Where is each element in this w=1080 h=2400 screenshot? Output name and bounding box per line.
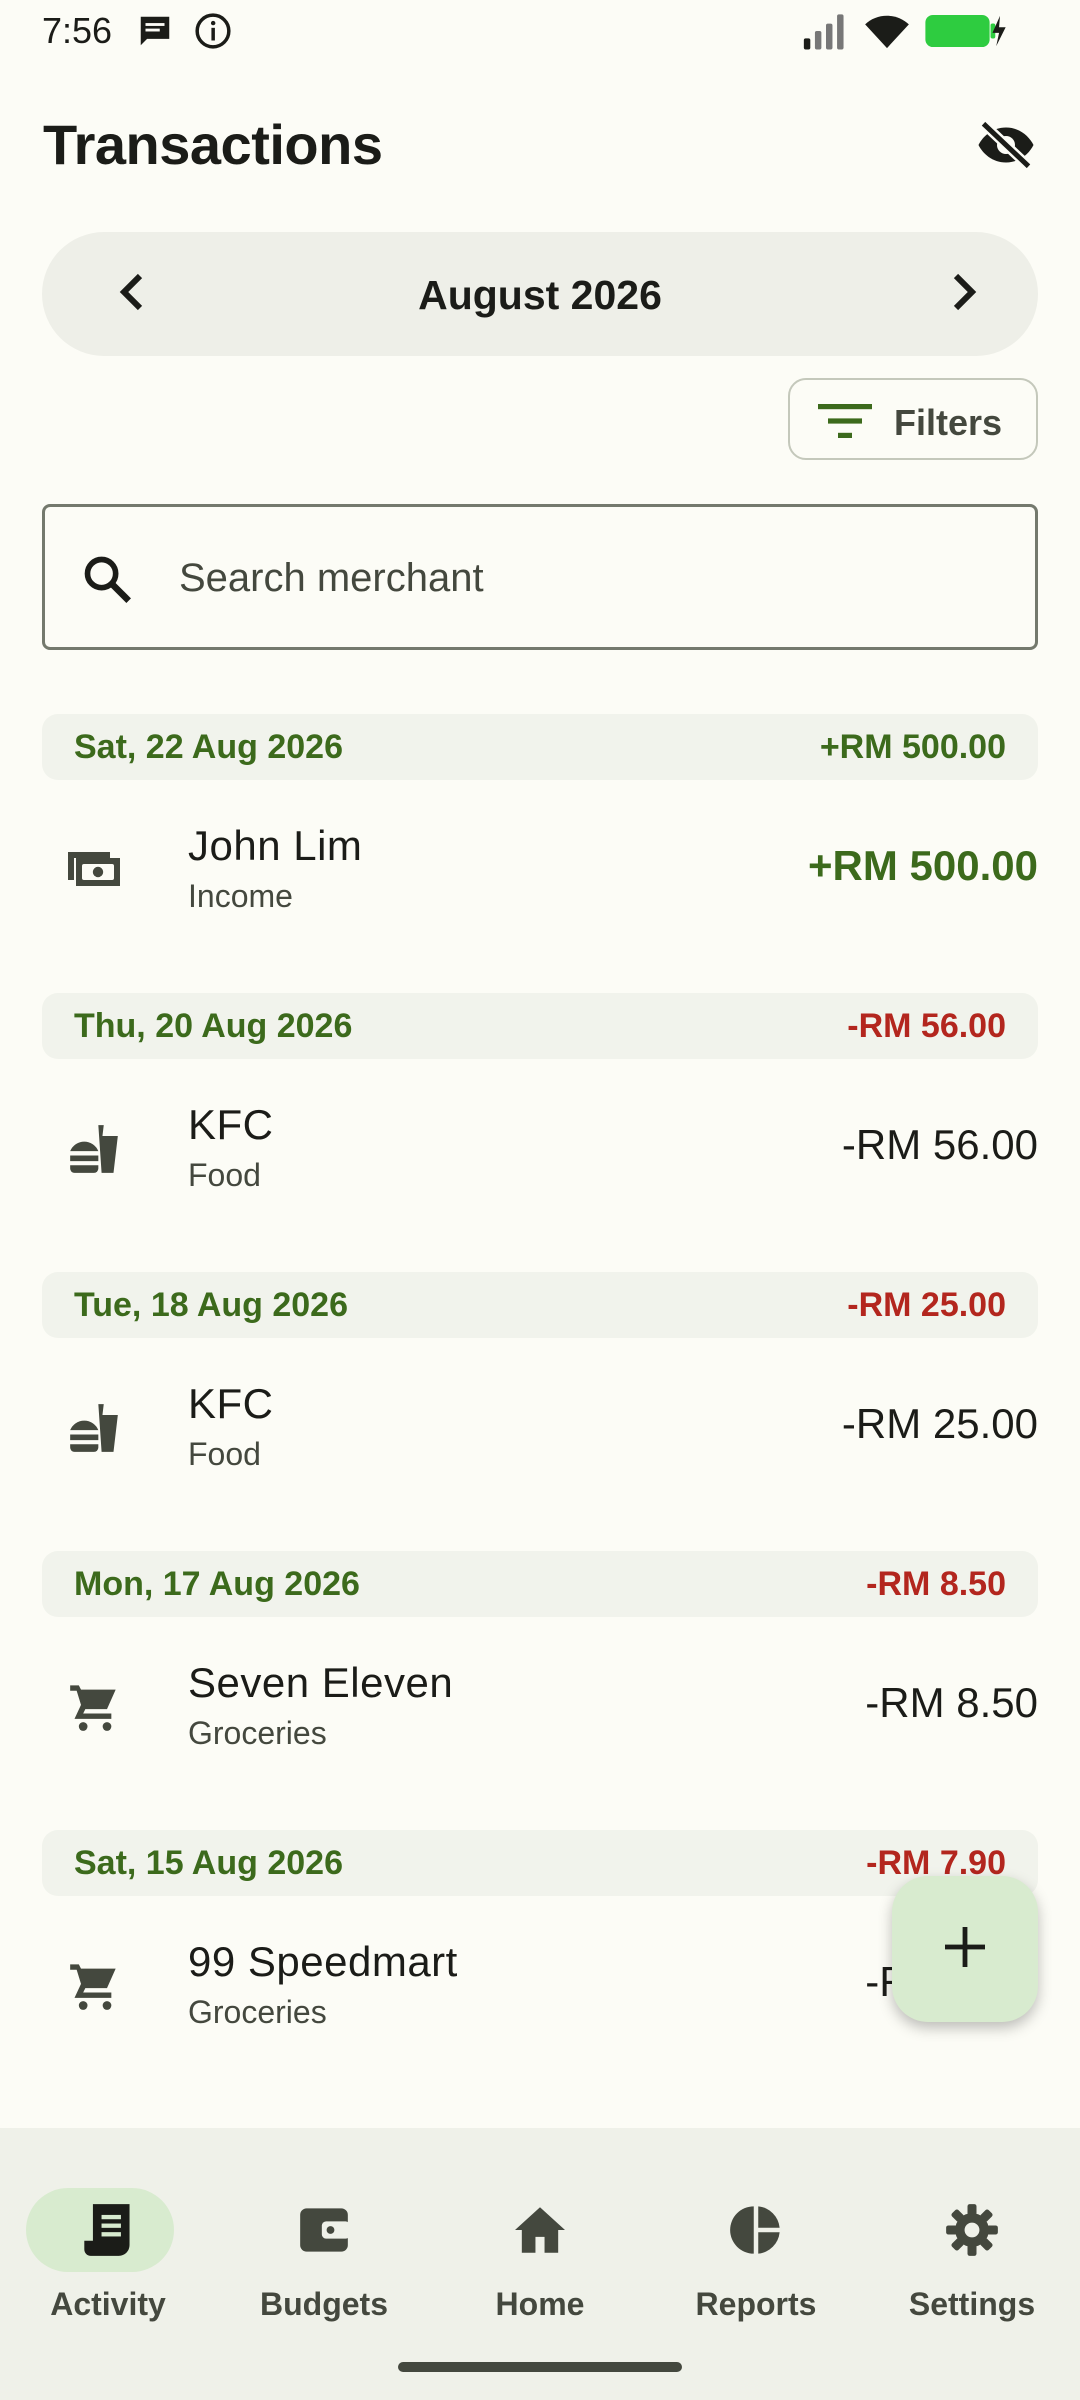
transaction-category: Groceries — [188, 1715, 327, 1751]
info-icon — [194, 12, 232, 55]
day-total: -RM 8.50 — [866, 1565, 1006, 1603]
bottom-navigation: Activity Budgets Home Reports Settings — [0, 2128, 1080, 2400]
transaction-amount: -RM 25.00 — [841, 1400, 1038, 1447]
next-month-button[interactable] — [934, 264, 994, 324]
wifi-icon — [864, 12, 910, 55]
transaction-category: Income — [188, 878, 293, 914]
transaction-category: Food — [188, 1157, 261, 1193]
cash-icon — [64, 840, 124, 900]
transaction-list[interactable]: Sat, 22 Aug 2026 +RM 500.00 John Lim Income… — [0, 700, 1080, 2062]
nav-item-budgets[interactable]: Budgets — [216, 2158, 432, 2322]
search-icon — [81, 553, 133, 610]
transaction-category: Food — [188, 1436, 261, 1472]
gear-icon — [864, 2200, 1080, 2260]
chevron-right-icon — [948, 272, 980, 317]
day-header: Sat, 22 Aug 2026 +RM 500.00 — [42, 714, 1038, 780]
signal-icon — [802, 12, 850, 55]
day-date: Sat, 15 Aug 2026 — [74, 1844, 343, 1882]
nav-item-activity[interactable]: Activity — [0, 2158, 216, 2322]
search-field[interactable] — [42, 504, 1038, 650]
nav-label-settings: Settings — [908, 2286, 1036, 2322]
status-time: 7:56 — [42, 10, 113, 51]
home-icon — [432, 2200, 648, 2260]
nav-item-home[interactable]: Home — [432, 2158, 648, 2322]
day-header: Thu, 20 Aug 2026 -RM 56.00 — [42, 993, 1038, 1059]
eye-off-icon — [976, 119, 1036, 175]
fastfood-icon — [64, 1119, 124, 1179]
nav-item-reports[interactable]: Reports — [648, 2158, 864, 2322]
wallet-icon — [216, 2200, 432, 2260]
transaction-merchant: KFC — [188, 1380, 274, 1427]
day-header: Mon, 17 Aug 2026 -RM 8.50 — [42, 1551, 1038, 1617]
month-selector: August 2026 — [42, 232, 1038, 356]
pie-chart-icon — [648, 2200, 864, 2260]
day-date: Thu, 20 Aug 2026 — [74, 1007, 353, 1045]
nav-label-reports: Reports — [695, 2286, 817, 2322]
hide-amounts-button[interactable] — [970, 116, 1042, 178]
message-icon — [136, 12, 174, 55]
status-bar: 7:56 — [0, 0, 1080, 62]
transaction-row[interactable]: John Lim Income +RM 500.00 — [0, 794, 1080, 944]
nav-item-settings[interactable]: Settings — [864, 2158, 1080, 2322]
day-total: -RM 56.00 — [847, 1007, 1006, 1045]
day-date: Mon, 17 Aug 2026 — [74, 1565, 360, 1603]
gesture-home-indicator[interactable] — [398, 2362, 682, 2372]
transaction-row[interactable]: Seven Eleven Groceries -RM 8.50 — [0, 1631, 1080, 1781]
transaction-merchant: 99 Speedmart — [188, 1938, 458, 1985]
add-transaction-button[interactable] — [892, 1876, 1038, 2022]
day-header: Sat, 15 Aug 2026 -RM 7.90 — [42, 1830, 1038, 1896]
receipt-icon — [0, 2200, 216, 2260]
search-input[interactable] — [179, 543, 979, 613]
transactions-screen: 7:56 Transactions August 2026 Filters Se… — [0, 0, 1080, 2400]
day-date: Tue, 18 Aug 2026 — [74, 1286, 348, 1324]
filter-icon — [818, 402, 872, 445]
day-total: +RM 500.00 — [819, 728, 1006, 766]
nav-label-home: Home — [495, 2286, 585, 2322]
day-date: Sat, 22 Aug 2026 — [74, 728, 343, 766]
transaction-amount: -RM 56.00 — [841, 1121, 1038, 1168]
plus-icon — [943, 1925, 987, 1974]
battery-charging-icon — [924, 14, 1008, 53]
cart-icon — [64, 1956, 124, 2016]
transaction-row[interactable]: KFC Food -RM 56.00 — [0, 1073, 1080, 1223]
day-total: -RM 25.00 — [847, 1286, 1006, 1324]
transaction-merchant: KFC — [188, 1101, 274, 1148]
transaction-amount: -RM 8.50 — [865, 1679, 1038, 1726]
day-header: Tue, 18 Aug 2026 -RM 25.00 — [42, 1272, 1038, 1338]
nav-label-budgets: Budgets — [260, 2286, 388, 2322]
transaction-merchant: Seven Eleven — [188, 1659, 454, 1706]
fastfood-icon — [64, 1398, 124, 1458]
transaction-amount: +RM 500.00 — [808, 842, 1038, 889]
transaction-merchant: John Lim — [188, 822, 363, 869]
filters-button[interactable]: Filters — [788, 378, 1038, 460]
filters-label: Filters — [894, 402, 1003, 443]
cart-icon — [64, 1677, 124, 1737]
nav-label-activity: Activity — [50, 2286, 166, 2322]
month-label: August 2026 — [418, 272, 662, 318]
transaction-category: Groceries — [188, 1994, 327, 2030]
transaction-row[interactable]: KFC Food -RM 25.00 — [0, 1352, 1080, 1502]
page-title: Transactions — [43, 113, 383, 176]
